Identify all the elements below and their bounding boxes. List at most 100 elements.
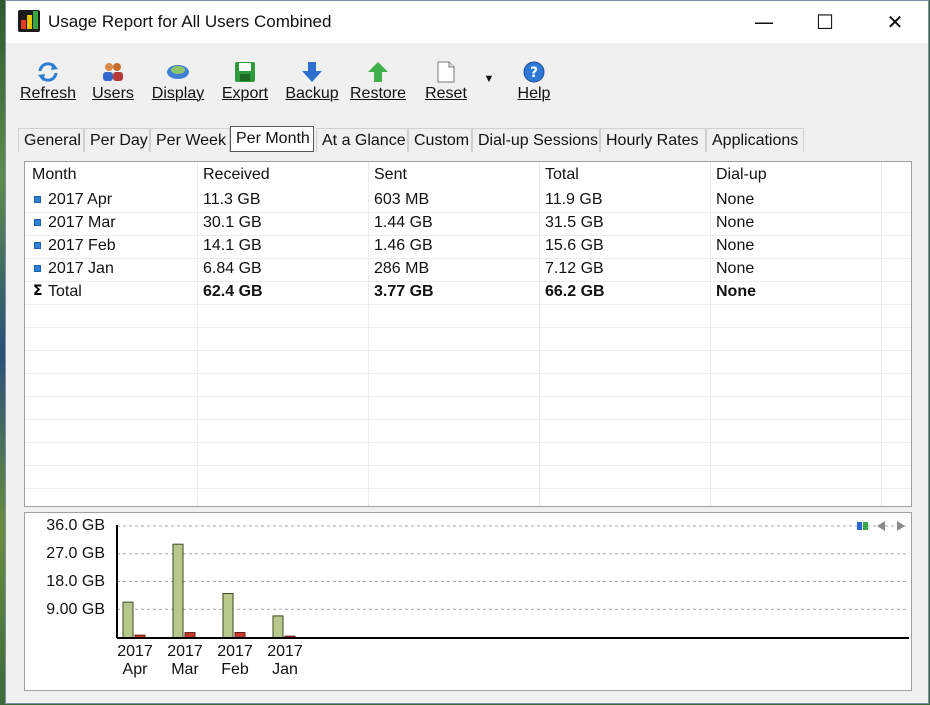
received-bar-2017-jan [272,615,284,639]
x-label-jan: 2017 Jan [267,643,303,678]
cell-month: 2017 Feb [48,237,116,254]
table-row[interactable]: 2017 Mar 30.1 GB 1.44 GB 31.5 GB None [25,212,911,236]
cell-total: 11.9 GB [545,191,603,208]
received-bar-2017-mar [172,543,184,639]
cell-month: 2017 Mar [48,214,116,231]
display-label: Display [151,85,205,102]
cell-dial-up: None [716,214,755,231]
reset-label: Reset [425,85,467,102]
help-button[interactable]: ? Help [510,55,558,113]
restore-label: Restore [350,85,407,102]
empty-row [25,350,911,374]
refresh-label: Refresh [19,85,77,102]
cell-total-label: Total [48,283,82,300]
cell-total-received: 62.4 GB [203,283,263,300]
forward-icon[interactable] [895,521,907,534]
cell-received: 14.1 GB [203,237,262,254]
tab-at-a-glance[interactable]: At a Glance [316,128,408,152]
cell-received: 11.3 GB [203,191,261,208]
restore-button[interactable]: Restore [350,55,406,113]
header-month[interactable]: Month [32,166,76,184]
reset-button[interactable]: Reset [422,55,470,113]
backup-label: Backup [285,85,339,102]
table-header: Month Received Sent Total Dial-up [25,162,911,186]
empty-row [25,396,911,420]
tab-general[interactable]: General [18,128,84,152]
row-bullet-icon [34,265,41,272]
cell-total: 15.6 GB [545,237,604,254]
svg-text:?: ? [530,65,538,81]
tab-custom[interactable]: Custom [408,128,472,152]
export-icon [235,62,255,82]
refresh-icon [38,62,58,82]
row-bullet-icon [34,219,41,226]
table-row[interactable]: 2017 Jan 6.84 GB 286 MB 7.12 GB None [25,258,911,282]
header-received[interactable]: Received [203,166,270,184]
refresh-button[interactable]: Refresh [18,55,78,113]
row-bullet-icon [34,196,41,203]
cell-month: 2017 Apr [48,191,113,208]
tab-applications[interactable]: Applications [706,128,804,152]
total-row[interactable]: Σ Total 62.4 GB 3.77 GB 66.2 GB None [25,281,911,305]
x-label-feb: 2017 Feb [217,643,253,678]
cell-dial-up: None [716,237,755,254]
restore-icon [368,62,388,82]
chart-icon[interactable] [857,521,869,534]
reset-icon [437,61,455,83]
users-button[interactable]: Users [88,55,138,113]
cell-sent: 1.44 GB [374,214,433,231]
close-button[interactable]: ✕ [872,1,918,43]
header-dial-up[interactable]: Dial-up [716,166,767,184]
received-bar-2017-apr [122,601,134,639]
minimize-button[interactable]: — [741,1,787,43]
cell-month: 2017 Jan [48,260,114,277]
cell-total-dial-up: None [716,283,756,300]
back-icon[interactable] [877,521,889,534]
reset-dropdown-button[interactable]: ▼ [478,55,500,113]
display-icon [167,65,189,79]
usage-chart: 36.0 GB 27.0 GB 18.0 GB 9.00 GB 2017 Apr … [24,512,912,691]
tab-per-day[interactable]: Per Day [84,128,150,152]
display-button[interactable]: Display [150,55,206,113]
empty-row [25,419,911,443]
tab-per-month[interactable]: Per Month [230,126,314,152]
cell-total-sent: 3.77 GB [374,283,434,300]
header-sent[interactable]: Sent [374,166,407,184]
empty-row [25,373,911,397]
cell-sent: 286 MB [374,260,430,277]
report-window: Usage Report for All Users Combined — ☐ … [5,0,929,704]
empty-row [25,442,911,466]
header-total[interactable]: Total [545,166,579,184]
help-icon: ? [523,61,545,83]
cell-received: 30.1 GB [203,214,262,231]
export-label: Export [221,85,269,102]
cell-total: 7.12 GB [545,260,604,277]
tab-dial-up-sessions[interactable]: Dial-up Sessions [472,128,600,152]
x-label-apr: 2017 Apr [117,643,153,678]
usage-table: Month Received Sent Total Dial-up 2017 A… [24,161,912,507]
cell-dial-up: None [716,191,755,208]
title-bar: Usage Report for All Users Combined — ☐ … [6,1,928,43]
cell-received: 6.84 GB [203,260,262,277]
maximize-button[interactable]: ☐ [802,1,848,43]
tab-per-week[interactable]: Per Week [150,128,230,152]
table-row[interactable]: 2017 Feb 14.1 GB 1.46 GB 15.6 GB None [25,235,911,259]
table-row[interactable]: 2017 Apr 11.3 GB 603 MB 11.9 GB None [25,189,911,213]
received-bar-2017-feb [222,593,234,639]
empty-row [25,304,911,328]
cell-dial-up: None [716,260,755,277]
row-bullet-icon [34,242,41,249]
tab-hourly-rates[interactable]: Hourly Rates [600,128,706,152]
backup-button[interactable]: Backup [284,55,340,113]
app-icon [18,10,40,32]
window-title: Usage Report for All Users Combined [48,12,332,31]
cell-total-total: 66.2 GB [545,283,605,300]
users-label: Users [92,85,134,102]
help-label: Help [517,85,551,102]
empty-row [25,488,911,506]
toolbar: Refresh Users Display Export Backup Rest… [6,55,928,113]
export-button[interactable]: Export [218,55,272,113]
report-tabs: General Per Day Per Week Per Month At a … [18,126,918,153]
cell-sent: 603 MB [374,191,430,208]
cell-total: 31.5 GB [545,214,604,231]
